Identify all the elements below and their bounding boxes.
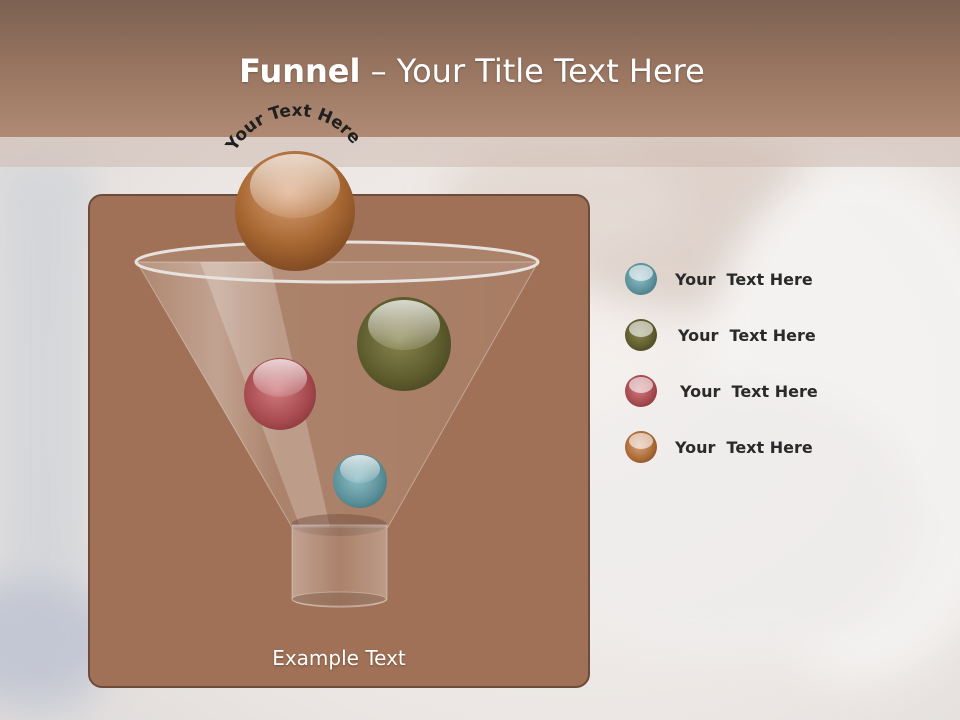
funnel-caption: Example Text: [272, 646, 406, 670]
spout-bottom: [291, 591, 387, 607]
legend-ball-orange-icon: [625, 431, 657, 463]
legend-label: Your Text Here: [675, 438, 813, 457]
legend-ball-red-icon: [625, 375, 657, 407]
legend-label: Your Text Here: [675, 270, 813, 289]
legend-ball-teal-icon: [625, 263, 657, 295]
ball-olive: [357, 297, 451, 391]
legend-ball-olive-icon: [625, 319, 657, 351]
legend-label: Your Text Here: [680, 382, 818, 401]
ball-teal: [333, 454, 387, 508]
ball-top: [235, 151, 355, 271]
top-curved-label-text: Your Text Here: [222, 101, 365, 156]
slide: Funnel – Your Title Text Here Your Text …: [0, 0, 960, 720]
funnel-diagram: Your Text Here: [134, 101, 540, 608]
ball-red: [244, 358, 316, 430]
legend-label: Your Text Here: [678, 326, 816, 345]
top-curved-label: Your Text Here: [222, 101, 365, 156]
